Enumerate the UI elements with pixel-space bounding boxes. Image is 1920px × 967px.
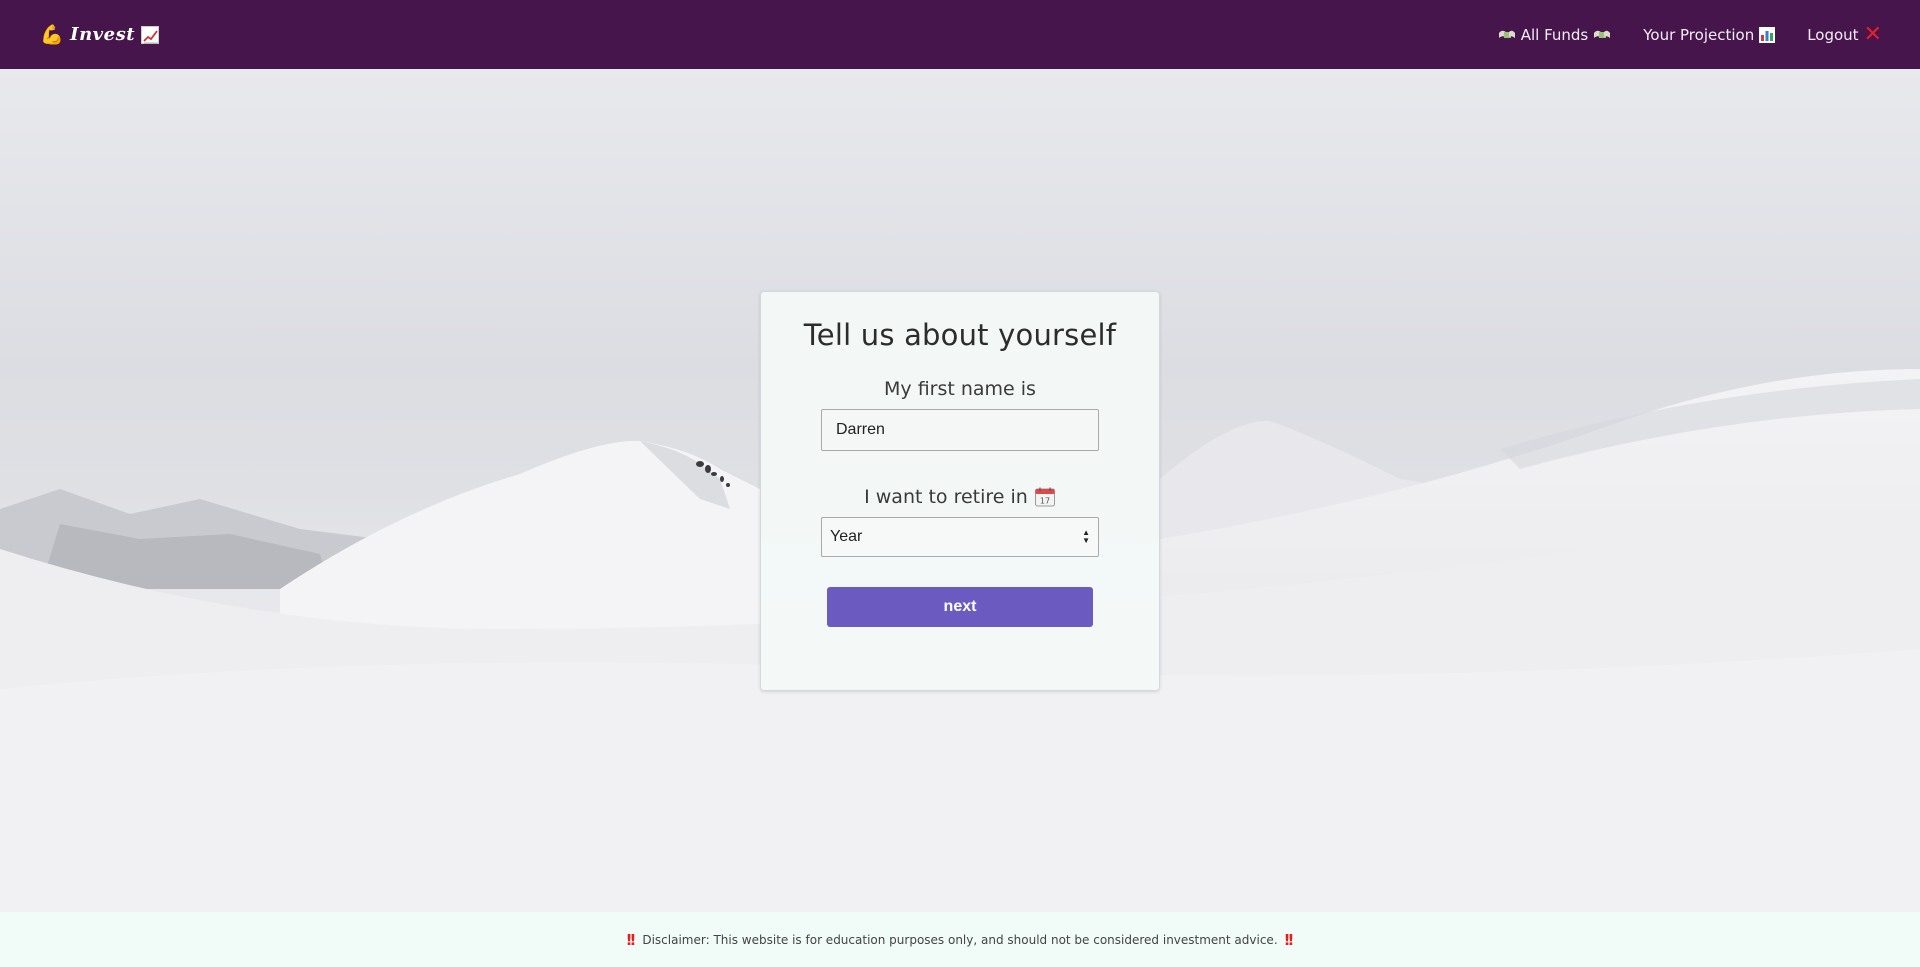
about-yourself-card: Tell us about yourself My first name is … xyxy=(760,291,1160,691)
flexed-biceps-icon: 💪 xyxy=(40,24,65,46)
top-navbar: 💪 Invest All Funds Your Projection Logou… xyxy=(0,0,1920,69)
cross-mark-icon: ✕ xyxy=(1863,21,1882,47)
first-name-label: My first name is xyxy=(884,378,1036,400)
retire-year-select[interactable]: Year ▲ ▼ xyxy=(821,517,1099,557)
select-arrows-icon: ▲ ▼ xyxy=(1082,528,1090,545)
disclaimer-footer: !! Disclaimer: This website is for educa… xyxy=(0,912,1920,967)
next-button[interactable]: next xyxy=(827,587,1093,627)
first-name-value: Darren xyxy=(836,421,885,438)
double-exclamation-icon: !! xyxy=(625,930,637,949)
double-exclamation-icon: !! xyxy=(1283,930,1295,949)
nav-link-label: Logout xyxy=(1807,25,1859,44)
retire-label: I want to retire in 17 xyxy=(864,486,1056,508)
nav-link-all-funds[interactable]: All Funds xyxy=(1498,26,1612,44)
svg-text:17: 17 xyxy=(1040,497,1050,506)
calendar-icon: 17 xyxy=(1034,486,1056,508)
form-title: Tell us about yourself xyxy=(803,318,1117,352)
nav-link-label: All Funds xyxy=(1520,25,1589,44)
first-name-input[interactable]: Darren xyxy=(821,409,1099,451)
nav-link-logout[interactable]: Logout ✕ xyxy=(1807,21,1882,47)
money-with-wings-icon xyxy=(1593,28,1611,42)
brand-logo[interactable]: 💪 Invest xyxy=(40,23,160,46)
retire-year-selected-value: Year xyxy=(830,528,863,545)
nav-links: All Funds Your Projection Logout ✕ xyxy=(1498,21,1882,47)
retire-label-text: I want to retire in xyxy=(864,486,1028,508)
money-with-wings-icon xyxy=(1498,28,1516,42)
nav-link-label: Your Projection xyxy=(1643,25,1755,44)
bar-chart-icon xyxy=(1759,26,1776,43)
disclaimer-text: Disclaimer: This website is for educatio… xyxy=(642,932,1278,947)
chart-increasing-icon xyxy=(141,25,160,44)
brand-text: Invest xyxy=(70,24,136,45)
nav-link-your-projection[interactable]: Your Projection xyxy=(1643,25,1776,44)
first-name-label-text: My first name is xyxy=(884,378,1036,400)
